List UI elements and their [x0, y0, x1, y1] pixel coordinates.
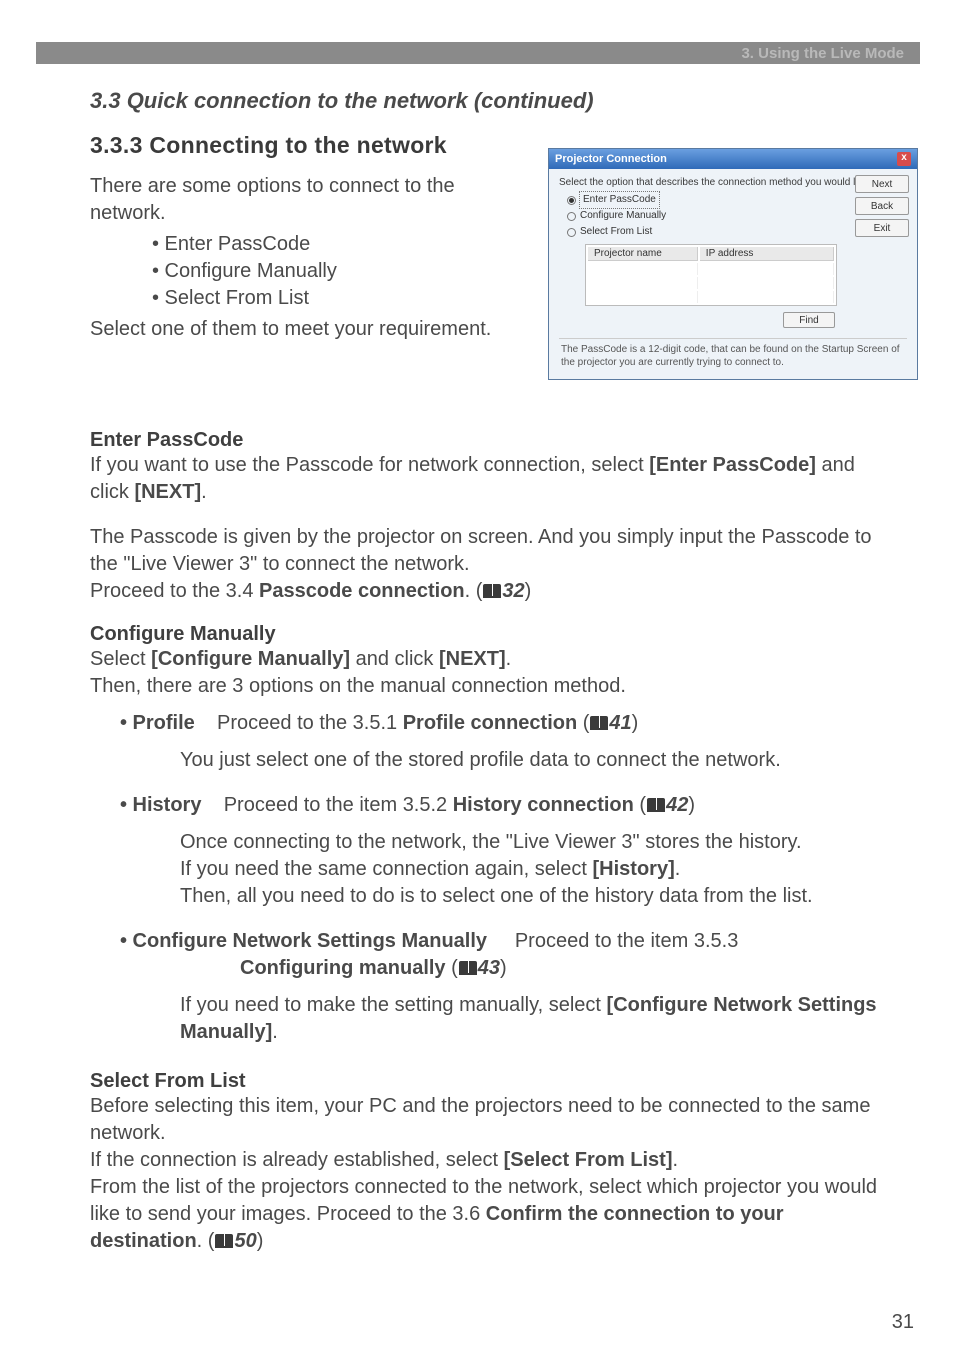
select-from-list-heading: Select From List	[90, 1070, 888, 1093]
intro-bullets: • Enter PassCode • Configure Manually • …	[152, 231, 888, 312]
chapter-header-bar: 3. Using the Live Mode	[36, 42, 920, 64]
intro-text: There are some options to connect to the…	[90, 173, 520, 227]
configure-manually-l2: Then, there are 3 options on the manual …	[90, 673, 888, 700]
history-line: • History Proceed to the item 3.5.2 Hist…	[120, 792, 888, 819]
subsection-title: 3.3.3 Connecting to the network	[90, 132, 888, 159]
page-content: 3.3 Quick connection to the network (con…	[90, 88, 888, 1255]
sfl-p1: Before selecting this item, your PC and …	[90, 1093, 888, 1147]
history-desc3: Then, all you need to do is to select on…	[180, 883, 888, 910]
configure-manually-l1: Select [Configure Manually] and click [N…	[90, 646, 888, 673]
history-desc2: If you need the same connection again, s…	[180, 856, 888, 883]
cfg-net-desc: If you need to make the setting manually…	[180, 992, 888, 1046]
profile-desc: You just select one of the stored profil…	[180, 747, 888, 774]
intro-closing: Select one of them to meet your requirem…	[90, 316, 530, 343]
cfg-net-line2: Configuring manually (43)	[240, 955, 888, 982]
book-icon	[459, 961, 477, 975]
book-icon	[215, 1234, 233, 1248]
sfl-p3: From the list of the projectors connecte…	[90, 1174, 888, 1255]
chapter-header-label: 3. Using the Live Mode	[741, 45, 904, 62]
bullet-item: • Select From List	[152, 285, 888, 312]
close-icon[interactable]: x	[897, 152, 911, 166]
enter-passcode-p1: If you want to use the Passcode for netw…	[90, 452, 888, 506]
history-desc1: Once connecting to the network, the "Liv…	[180, 829, 888, 856]
enter-passcode-p2: The Passcode is given by the projector o…	[90, 524, 888, 578]
bullet-item: • Configure Manually	[152, 258, 888, 285]
page-number: 31	[892, 1311, 914, 1334]
cfg-net-line1: • Configure Network Settings Manually Pr…	[120, 928, 888, 955]
sfl-p2: If the connection is already established…	[90, 1147, 888, 1174]
bullet-item: • Enter PassCode	[152, 231, 888, 258]
enter-passcode-p3: Proceed to the 3.4 Passcode connection. …	[90, 578, 888, 605]
book-icon	[647, 798, 665, 812]
enter-passcode-heading: Enter PassCode	[90, 429, 888, 452]
section-title: 3.3 Quick connection to the network (con…	[90, 88, 888, 114]
profile-line: • Profile Proceed to the 3.5.1 Profile c…	[120, 710, 888, 737]
book-icon	[590, 716, 608, 730]
configure-manually-heading: Configure Manually	[90, 623, 888, 646]
book-icon	[483, 584, 501, 598]
